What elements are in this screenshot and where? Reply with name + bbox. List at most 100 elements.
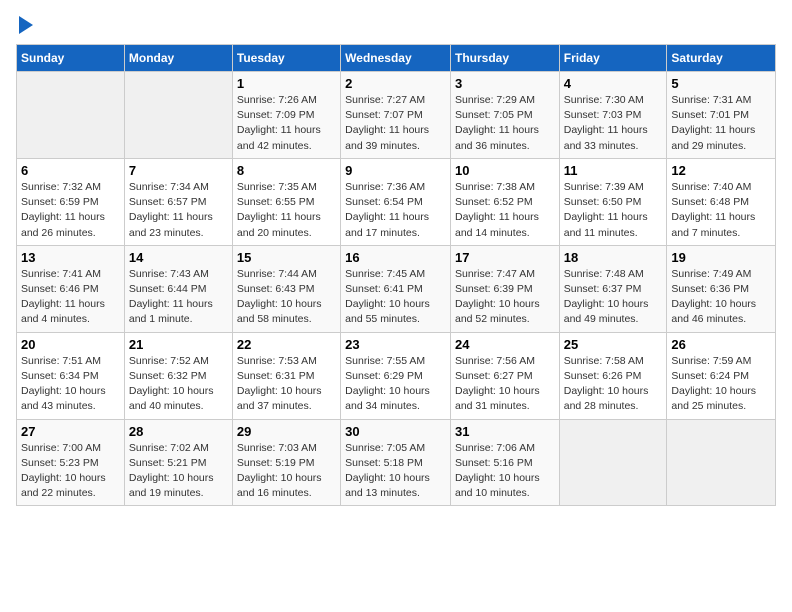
day-info: Sunrise: 7:29 AMSunset: 7:05 PMDaylight:…	[455, 93, 555, 154]
calendar-day-cell: 31 Sunrise: 7:06 AMSunset: 5:16 PMDayligh…	[450, 419, 559, 506]
day-info: Sunrise: 7:55 AMSunset: 6:29 PMDaylight:…	[345, 354, 446, 415]
day-of-week-header: Sunday	[17, 45, 125, 72]
calendar-day-cell: 17 Sunrise: 7:47 AMSunset: 6:39 PMDayligh…	[450, 245, 559, 332]
day-info: Sunrise: 7:06 AMSunset: 5:16 PMDaylight:…	[455, 441, 555, 502]
calendar-week-row: 6 Sunrise: 7:32 AMSunset: 6:59 PMDaylight…	[17, 158, 776, 245]
day-number: 8	[237, 163, 336, 178]
day-info: Sunrise: 7:51 AMSunset: 6:34 PMDaylight:…	[21, 354, 120, 415]
calendar-day-cell	[667, 419, 776, 506]
day-number: 9	[345, 163, 446, 178]
day-number: 14	[129, 250, 228, 265]
day-number: 27	[21, 424, 120, 439]
day-number: 4	[564, 76, 663, 91]
calendar-table: SundayMondayTuesdayWednesdayThursdayFrid…	[16, 44, 776, 506]
day-info: Sunrise: 7:26 AMSunset: 7:09 PMDaylight:…	[237, 93, 336, 154]
day-number: 15	[237, 250, 336, 265]
day-info: Sunrise: 7:45 AMSunset: 6:41 PMDaylight:…	[345, 267, 446, 328]
day-number: 29	[237, 424, 336, 439]
day-number: 3	[455, 76, 555, 91]
calendar-week-row: 20 Sunrise: 7:51 AMSunset: 6:34 PMDayligh…	[17, 332, 776, 419]
calendar-day-cell: 15 Sunrise: 7:44 AMSunset: 6:43 PMDayligh…	[232, 245, 340, 332]
day-number: 11	[564, 163, 663, 178]
day-number: 20	[21, 337, 120, 352]
day-number: 25	[564, 337, 663, 352]
day-info: Sunrise: 7:27 AMSunset: 7:07 PMDaylight:…	[345, 93, 446, 154]
calendar-day-cell: 14 Sunrise: 7:43 AMSunset: 6:44 PMDayligh…	[124, 245, 232, 332]
calendar-day-cell: 10Sunrise: 7:38 AMSunset: 6:52 PMDayligh…	[450, 158, 559, 245]
day-number: 31	[455, 424, 555, 439]
calendar-day-cell: 21 Sunrise: 7:52 AMSunset: 6:32 PMDayligh…	[124, 332, 232, 419]
calendar-day-cell: 5Sunrise: 7:31 AMSunset: 7:01 PMDaylight…	[667, 72, 776, 159]
calendar-day-cell: 25 Sunrise: 7:58 AMSunset: 6:26 PMDayligh…	[559, 332, 667, 419]
calendar-day-cell	[559, 419, 667, 506]
calendar-day-cell: 7Sunrise: 7:34 AMSunset: 6:57 PMDaylight…	[124, 158, 232, 245]
day-of-week-header: Wednesday	[341, 45, 451, 72]
day-number: 24	[455, 337, 555, 352]
calendar-week-row: 1Sunrise: 7:26 AMSunset: 7:09 PMDaylight…	[17, 72, 776, 159]
calendar-day-cell: 2 Sunrise: 7:27 AMSunset: 7:07 PMDaylight…	[341, 72, 451, 159]
calendar-header-row: SundayMondayTuesdayWednesdayThursdayFrid…	[17, 45, 776, 72]
day-info: Sunrise: 7:44 AMSunset: 6:43 PMDaylight:…	[237, 267, 336, 328]
day-number: 2	[345, 76, 446, 91]
calendar-day-cell: 29Sunrise: 7:03 AMSunset: 5:19 PMDayligh…	[232, 419, 340, 506]
day-of-week-header: Thursday	[450, 45, 559, 72]
day-number: 23	[345, 337, 446, 352]
day-info: Sunrise: 7:00 AMSunset: 5:23 PMDaylight:…	[21, 441, 120, 502]
calendar-day-cell: 19 Sunrise: 7:49 AMSunset: 6:36 PMDayligh…	[667, 245, 776, 332]
calendar-day-cell: 12 Sunrise: 7:40 AMSunset: 6:48 PMDayligh…	[667, 158, 776, 245]
day-of-week-header: Saturday	[667, 45, 776, 72]
day-number: 28	[129, 424, 228, 439]
calendar-day-cell: 26Sunrise: 7:59 AMSunset: 6:24 PMDayligh…	[667, 332, 776, 419]
calendar-body: 1Sunrise: 7:26 AMSunset: 7:09 PMDaylight…	[17, 72, 776, 506]
day-number: 16	[345, 250, 446, 265]
page-header	[16, 16, 776, 34]
calendar-day-cell: 13 Sunrise: 7:41 AMSunset: 6:46 PMDayligh…	[17, 245, 125, 332]
day-info: Sunrise: 7:02 AMSunset: 5:21 PMDaylight:…	[129, 441, 228, 502]
day-info: Sunrise: 7:52 AMSunset: 6:32 PMDaylight:…	[129, 354, 228, 415]
day-info: Sunrise: 7:49 AMSunset: 6:36 PMDaylight:…	[671, 267, 771, 328]
day-info: Sunrise: 7:56 AMSunset: 6:27 PMDaylight:…	[455, 354, 555, 415]
calendar-day-cell: 18 Sunrise: 7:48 AMSunset: 6:37 PMDayligh…	[559, 245, 667, 332]
calendar-day-cell: 23 Sunrise: 7:55 AMSunset: 6:29 PMDayligh…	[341, 332, 451, 419]
day-number: 13	[21, 250, 120, 265]
day-info: Sunrise: 7:43 AMSunset: 6:44 PMDaylight:…	[129, 267, 228, 328]
day-info: Sunrise: 7:39 AMSunset: 6:50 PMDaylight:…	[564, 180, 663, 241]
day-info: Sunrise: 7:58 AMSunset: 6:26 PMDaylight:…	[564, 354, 663, 415]
calendar-day-cell: 4Sunrise: 7:30 AMSunset: 7:03 PMDaylight…	[559, 72, 667, 159]
day-info: Sunrise: 7:32 AMSunset: 6:59 PMDaylight:…	[21, 180, 120, 241]
day-info: Sunrise: 7:36 AMSunset: 6:54 PMDaylight:…	[345, 180, 446, 241]
calendar-day-cell: 8 Sunrise: 7:35 AMSunset: 6:55 PMDaylight…	[232, 158, 340, 245]
day-number: 30	[345, 424, 446, 439]
calendar-day-cell: 1Sunrise: 7:26 AMSunset: 7:09 PMDaylight…	[232, 72, 340, 159]
day-info: Sunrise: 7:31 AMSunset: 7:01 PMDaylight:…	[671, 93, 771, 154]
calendar-day-cell: 3 Sunrise: 7:29 AMSunset: 7:05 PMDaylight…	[450, 72, 559, 159]
calendar-day-cell: 30 Sunrise: 7:05 AMSunset: 5:18 PMDayligh…	[341, 419, 451, 506]
day-of-week-header: Monday	[124, 45, 232, 72]
calendar-day-cell: 28 Sunrise: 7:02 AMSunset: 5:21 PMDayligh…	[124, 419, 232, 506]
day-number: 26	[671, 337, 771, 352]
day-number: 7	[129, 163, 228, 178]
day-info: Sunrise: 7:48 AMSunset: 6:37 PMDaylight:…	[564, 267, 663, 328]
calendar-week-row: 27 Sunrise: 7:00 AMSunset: 5:23 PMDayligh…	[17, 419, 776, 506]
day-info: Sunrise: 7:35 AMSunset: 6:55 PMDaylight:…	[237, 180, 336, 241]
logo-arrow-icon	[19, 16, 33, 34]
day-info: Sunrise: 7:47 AMSunset: 6:39 PMDaylight:…	[455, 267, 555, 328]
day-info: Sunrise: 7:41 AMSunset: 6:46 PMDaylight:…	[21, 267, 120, 328]
calendar-day-cell: 22 Sunrise: 7:53 AMSunset: 6:31 PMDayligh…	[232, 332, 340, 419]
day-number: 6	[21, 163, 120, 178]
day-number: 21	[129, 337, 228, 352]
day-number: 17	[455, 250, 555, 265]
day-number: 22	[237, 337, 336, 352]
day-number: 12	[671, 163, 771, 178]
day-number: 18	[564, 250, 663, 265]
day-number: 19	[671, 250, 771, 265]
day-info: Sunrise: 7:40 AMSunset: 6:48 PMDaylight:…	[671, 180, 771, 241]
calendar-day-cell: 27 Sunrise: 7:00 AMSunset: 5:23 PMDayligh…	[17, 419, 125, 506]
day-info: Sunrise: 7:05 AMSunset: 5:18 PMDaylight:…	[345, 441, 446, 502]
calendar-day-cell: 11 Sunrise: 7:39 AMSunset: 6:50 PMDayligh…	[559, 158, 667, 245]
calendar-day-cell: 24 Sunrise: 7:56 AMSunset: 6:27 PMDayligh…	[450, 332, 559, 419]
calendar-day-cell: 6 Sunrise: 7:32 AMSunset: 6:59 PMDaylight…	[17, 158, 125, 245]
day-number: 10	[455, 163, 555, 178]
day-info: Sunrise: 7:53 AMSunset: 6:31 PMDaylight:…	[237, 354, 336, 415]
calendar-week-row: 13 Sunrise: 7:41 AMSunset: 6:46 PMDayligh…	[17, 245, 776, 332]
